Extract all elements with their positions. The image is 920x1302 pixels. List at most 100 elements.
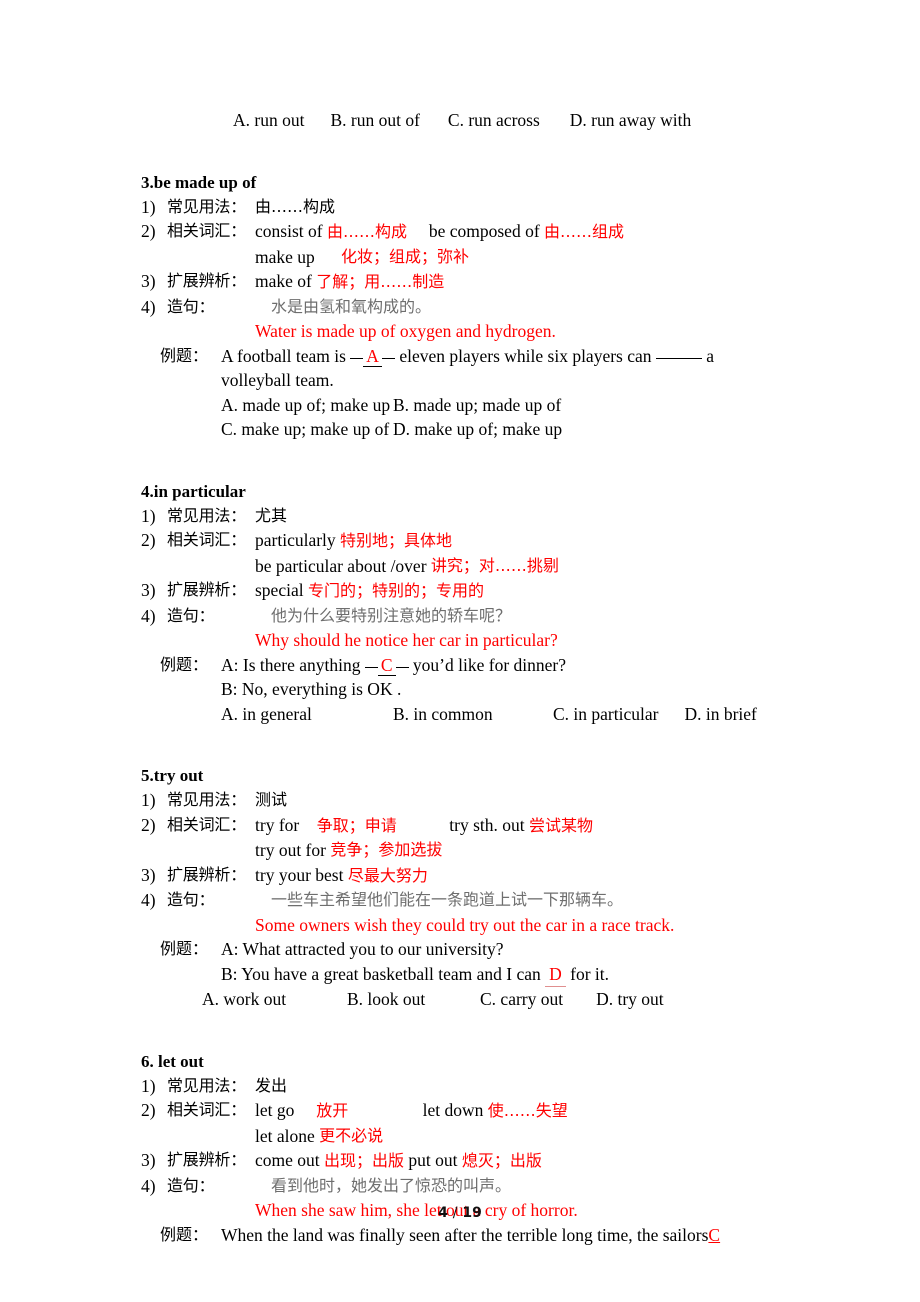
analysis-en-1: come out — [255, 1150, 320, 1170]
entry-4-dialogue-b: B: No, everything is OK . — [141, 677, 801, 702]
dialogue-line-b: B: No, everything is OK . — [221, 679, 402, 699]
entry-3-row-2-cont: make up 化妆；组成；弥补 — [141, 245, 801, 270]
entry-4-row-2: 2) 相关词汇： particularly 特别地；具体地 — [141, 528, 801, 554]
example-sentence-cn: 看到他时，她发出了惊恐的叫声。 — [271, 1175, 512, 1195]
vocab-cn-2: 使……失望 — [487, 1101, 568, 1120]
row-label: 造句： — [167, 605, 215, 625]
choice-d[interactable]: D. in brief — [684, 702, 756, 727]
question-stem-part3: a — [706, 345, 715, 366]
analysis-cn-2: 熄灭；出版 — [461, 1151, 542, 1170]
choice-a[interactable]: A. in general — [221, 702, 393, 727]
row-label: 相关词汇： — [167, 221, 247, 240]
row-number: 2) — [141, 814, 156, 835]
top-option-a: A. run out — [233, 110, 305, 130]
top-option-d: D. run away with — [569, 110, 692, 130]
entry-6-row-2-cont: let alone 更不必说 — [141, 1124, 801, 1149]
row-value: try for 争取；申请 try sth. out 尝试某物 — [255, 813, 801, 839]
row-number: 4) — [141, 605, 156, 626]
row-label: 造句： — [167, 296, 215, 316]
vocab-en-1: let go — [255, 1100, 295, 1120]
row-number: 3) — [141, 271, 156, 291]
vocab-cn-cont: 化妆；组成；弥补 — [341, 246, 470, 266]
answer-blank-right — [395, 666, 409, 668]
entry-3-choices-row-2: C. make up; make up of D. make up of; ma… — [141, 417, 801, 442]
row-label: 扩展辨析： — [167, 864, 247, 884]
row-value: let go 放开 let down 使……失望 — [255, 1098, 801, 1124]
vocab-cn-1: 由……构成 — [326, 222, 407, 241]
entry-heading-3: 3.be made up of — [141, 172, 257, 192]
choice-b[interactable]: B. look out — [347, 987, 480, 1012]
vocab-en-cont: be particular about /over — [255, 555, 427, 576]
row-value: 尤其 — [255, 505, 288, 525]
entry-4-row-4-translation: Why should he notice her car in particul… — [141, 628, 801, 653]
footer-total-pages: 19 — [462, 1205, 482, 1221]
row-value: come out 出现；出版 put out 熄灭；出版 — [255, 1148, 801, 1174]
answer-value: A — [363, 345, 382, 367]
answer-value: C — [708, 1224, 721, 1245]
page-content: A. run out B. run out of C. run across D. r… — [141, 108, 801, 1247]
choice-d[interactable]: D. try out — [596, 987, 664, 1012]
vocab-en-1: consist of — [255, 221, 323, 241]
top-options-row: A. run out B. run out of C. run across D. r… — [141, 108, 801, 133]
entry-3-row-1: 1) 常见用法： 由……构成 — [141, 195, 801, 220]
row-number: 4) — [141, 890, 156, 910]
choice-a[interactable]: A. made up of; make up — [221, 393, 393, 418]
vocab-en-cont: let alone — [255, 1125, 315, 1146]
entry-3-choices-row-1: A. made up of; make up B. made up; made … — [141, 393, 801, 418]
choice-a[interactable]: A. work out — [202, 987, 347, 1012]
vocab-cn-cont: 更不必说 — [319, 1125, 384, 1145]
vocab-en-cont: make up — [255, 246, 315, 267]
entry-4-row-4: 4) 造句： 他为什么要特别注意她的轿车呢？ — [141, 604, 801, 629]
choice-b[interactable]: B. in common — [393, 702, 553, 727]
dialogue-line-b: B: You have a great basketball team and … — [221, 962, 801, 987]
vocab-cn-2: 尝试某物 — [528, 815, 593, 835]
vocab-en-2: let down — [422, 1100, 484, 1120]
row-number: 3) — [141, 580, 156, 600]
row-label: 扩展辨析： — [167, 271, 247, 290]
choice-c[interactable]: C. make up; make up of — [221, 417, 393, 442]
example-sentence-en: Water is made up of oxygen and hydrogen. — [255, 321, 556, 341]
choice-d[interactable]: D. make up of; make up — [393, 417, 562, 442]
entry-6-row-4: 4) 造句： 看到他时，她发出了惊恐的叫声。 — [141, 1174, 801, 1199]
entry-5-row-2-cont: try out for 竞争；参加选拔 — [141, 838, 801, 863]
vocab-cn-1: 特别地；具体地 — [340, 531, 453, 550]
choice-b[interactable]: B. made up; made up of — [393, 393, 561, 418]
row-value: consist of 由……构成 be composed of 由……组成 — [255, 219, 801, 245]
analysis-en-2: put out — [408, 1150, 458, 1170]
choice-c[interactable]: C. carry out — [480, 987, 563, 1012]
choices-line: C. make up; make up of D. make up of; ma… — [221, 417, 801, 442]
row-value: particularly 特别地；具体地 — [255, 528, 801, 554]
example-label: 例题： — [160, 1224, 209, 1244]
vocab-en-cont: try out for — [255, 840, 326, 860]
choices-line: A. work out B. look out C. carry out D. … — [202, 987, 801, 1012]
answer-blank-left — [350, 357, 364, 359]
analysis-en: try your best — [255, 864, 344, 885]
vocab-cn-cont: 讲究；对……挑剔 — [430, 555, 559, 575]
vocab-cn-1: 放开 — [316, 1101, 349, 1120]
page-footer: 4 / 19 — [0, 1205, 920, 1221]
entry-heading-6: 6. let out — [141, 1051, 204, 1071]
entry-heading-5: 5.try out — [141, 766, 204, 785]
entry-4-choices-row: A. in general B. in common C. in particu… — [141, 702, 801, 727]
question-stem: When the land was finally seen after the… — [221, 1224, 709, 1245]
row-label: 常见用法： — [167, 1075, 247, 1095]
analysis-cn: 专门的；特别的；专用的 — [307, 581, 484, 600]
entry-5-row-3: 3) 扩展辨析： try your best 尽最大努力 — [141, 863, 801, 889]
entry-6-row-2: 2) 相关词汇： let go 放开 let down 使……失望 — [141, 1098, 801, 1124]
entry-3-example: 例题： A football team is A eleven players … — [141, 344, 801, 393]
row-number: 2) — [141, 1100, 156, 1120]
entry-4-example: 例题： A: Is there anything C you’d like fo… — [141, 653, 801, 678]
choice-c[interactable]: C. in particular — [553, 702, 658, 727]
entry-4-row-1: 1) 常见用法： 尤其 — [141, 504, 801, 529]
vocab-cn-1: 争取；申请 — [316, 815, 397, 835]
row-number: 4) — [141, 296, 156, 317]
row-label: 相关词汇： — [167, 1100, 247, 1119]
example-sentence-en: Why should he notice her car in particul… — [255, 630, 558, 650]
entry-6-row-3: 3) 扩展辨析： come out 出现；出版 put out 熄灭；出版 — [141, 1148, 801, 1174]
footer-separator: / — [452, 1205, 458, 1221]
row-label: 相关词汇： — [167, 530, 247, 549]
